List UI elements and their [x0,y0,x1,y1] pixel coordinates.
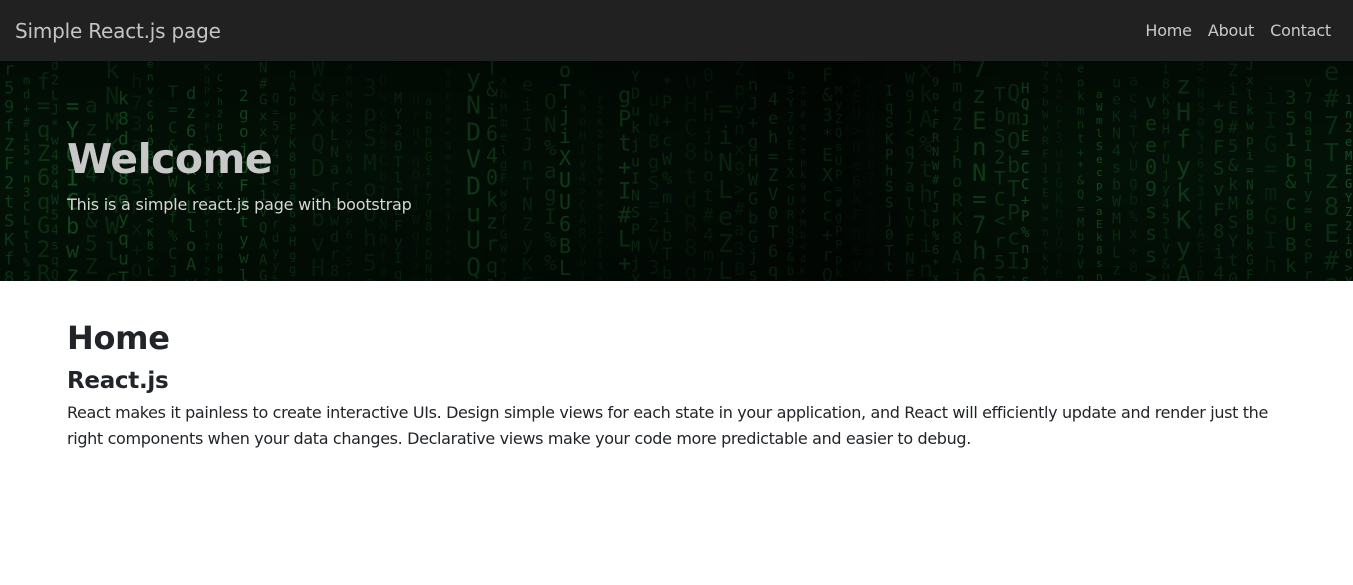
hero-jumbotron: r59fZF2tSKf8qmd+#i5*n3CLtl%5qCxf=qZ6qG2R… [0,61,1353,281]
main-content: Home React.js React makes it painless to… [67,316,1277,452]
navbar: Simple React.js page Home About Contact [0,0,1353,61]
nav-link-home[interactable]: Home [1137,21,1199,40]
page-title: Home [67,319,170,357]
nav-link-about[interactable]: About [1200,21,1262,40]
nav-link-contact[interactable]: Contact [1262,21,1339,40]
section-title: React.js [67,368,169,394]
hero-subtitle: This is a simple react.js page with boot… [67,195,412,214]
section-body: React makes it painless to create intera… [67,403,1268,448]
nav-links: Home About Contact [1137,21,1339,40]
hero-title: Welcome [67,135,273,183]
navbar-brand[interactable]: Simple React.js page [15,19,221,43]
